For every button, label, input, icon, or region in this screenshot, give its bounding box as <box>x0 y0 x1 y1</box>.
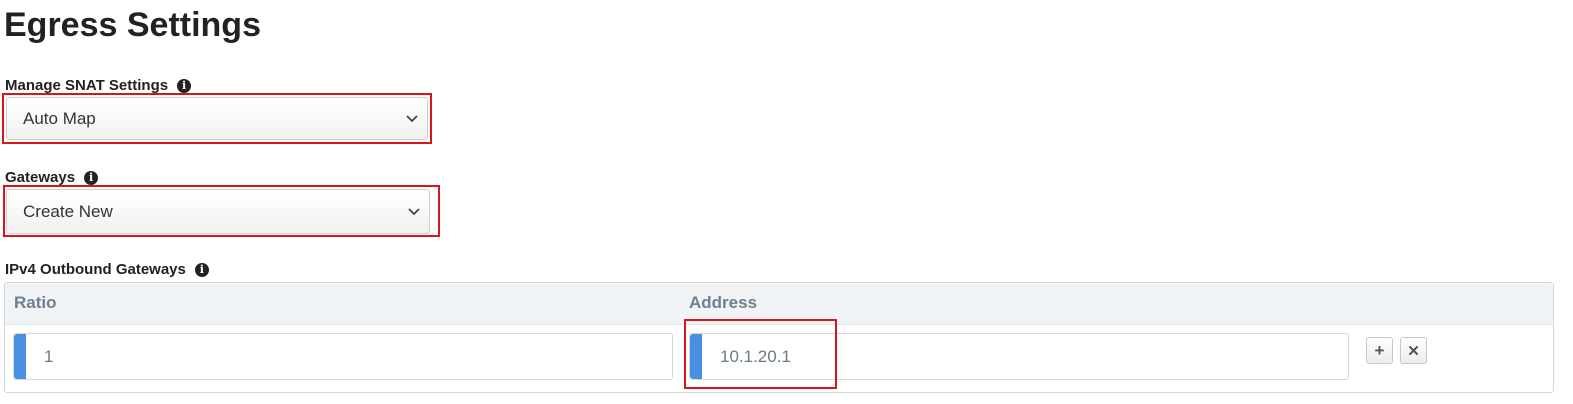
snat-label-text: Manage SNAT Settings <box>5 77 169 94</box>
input-accent-bar <box>14 334 26 379</box>
snat-select[interactable]: Auto Map <box>6 97 428 140</box>
chevron-down-icon <box>397 114 427 123</box>
info-circle-icon[interactable]: i <box>177 78 192 93</box>
plus-icon: + <box>1374 340 1385 360</box>
chevron-down-icon <box>399 207 429 216</box>
gateways-label-text: Gateways <box>5 169 76 186</box>
address-highlight-box <box>684 319 837 389</box>
remove-row-button[interactable]: ✕ <box>1400 337 1427 364</box>
gateways-label: Gateways i <box>5 169 99 186</box>
column-header-address: Address <box>689 293 758 312</box>
add-row-button[interactable]: + <box>1366 337 1393 364</box>
ipv4-outbound-label-text: IPv4 Outbound Gateways <box>5 261 186 278</box>
info-circle-icon[interactable]: i <box>84 170 99 185</box>
gateways-select[interactable]: Create New <box>6 189 430 234</box>
ipv4-outbound-label: IPv4 Outbound Gateways i <box>5 261 209 278</box>
snat-select-value: Auto Map <box>23 108 96 128</box>
gateways-select-value: Create New <box>23 201 113 221</box>
info-circle-icon[interactable]: i <box>194 262 209 277</box>
ratio-input[interactable]: 1 <box>13 333 673 380</box>
column-header-ratio: Ratio <box>14 293 57 312</box>
page-title: Egress Settings <box>4 6 261 44</box>
ratio-value: 1 <box>44 346 54 366</box>
snat-label: Manage SNAT Settings i <box>5 77 192 94</box>
close-icon: ✕ <box>1407 342 1420 360</box>
